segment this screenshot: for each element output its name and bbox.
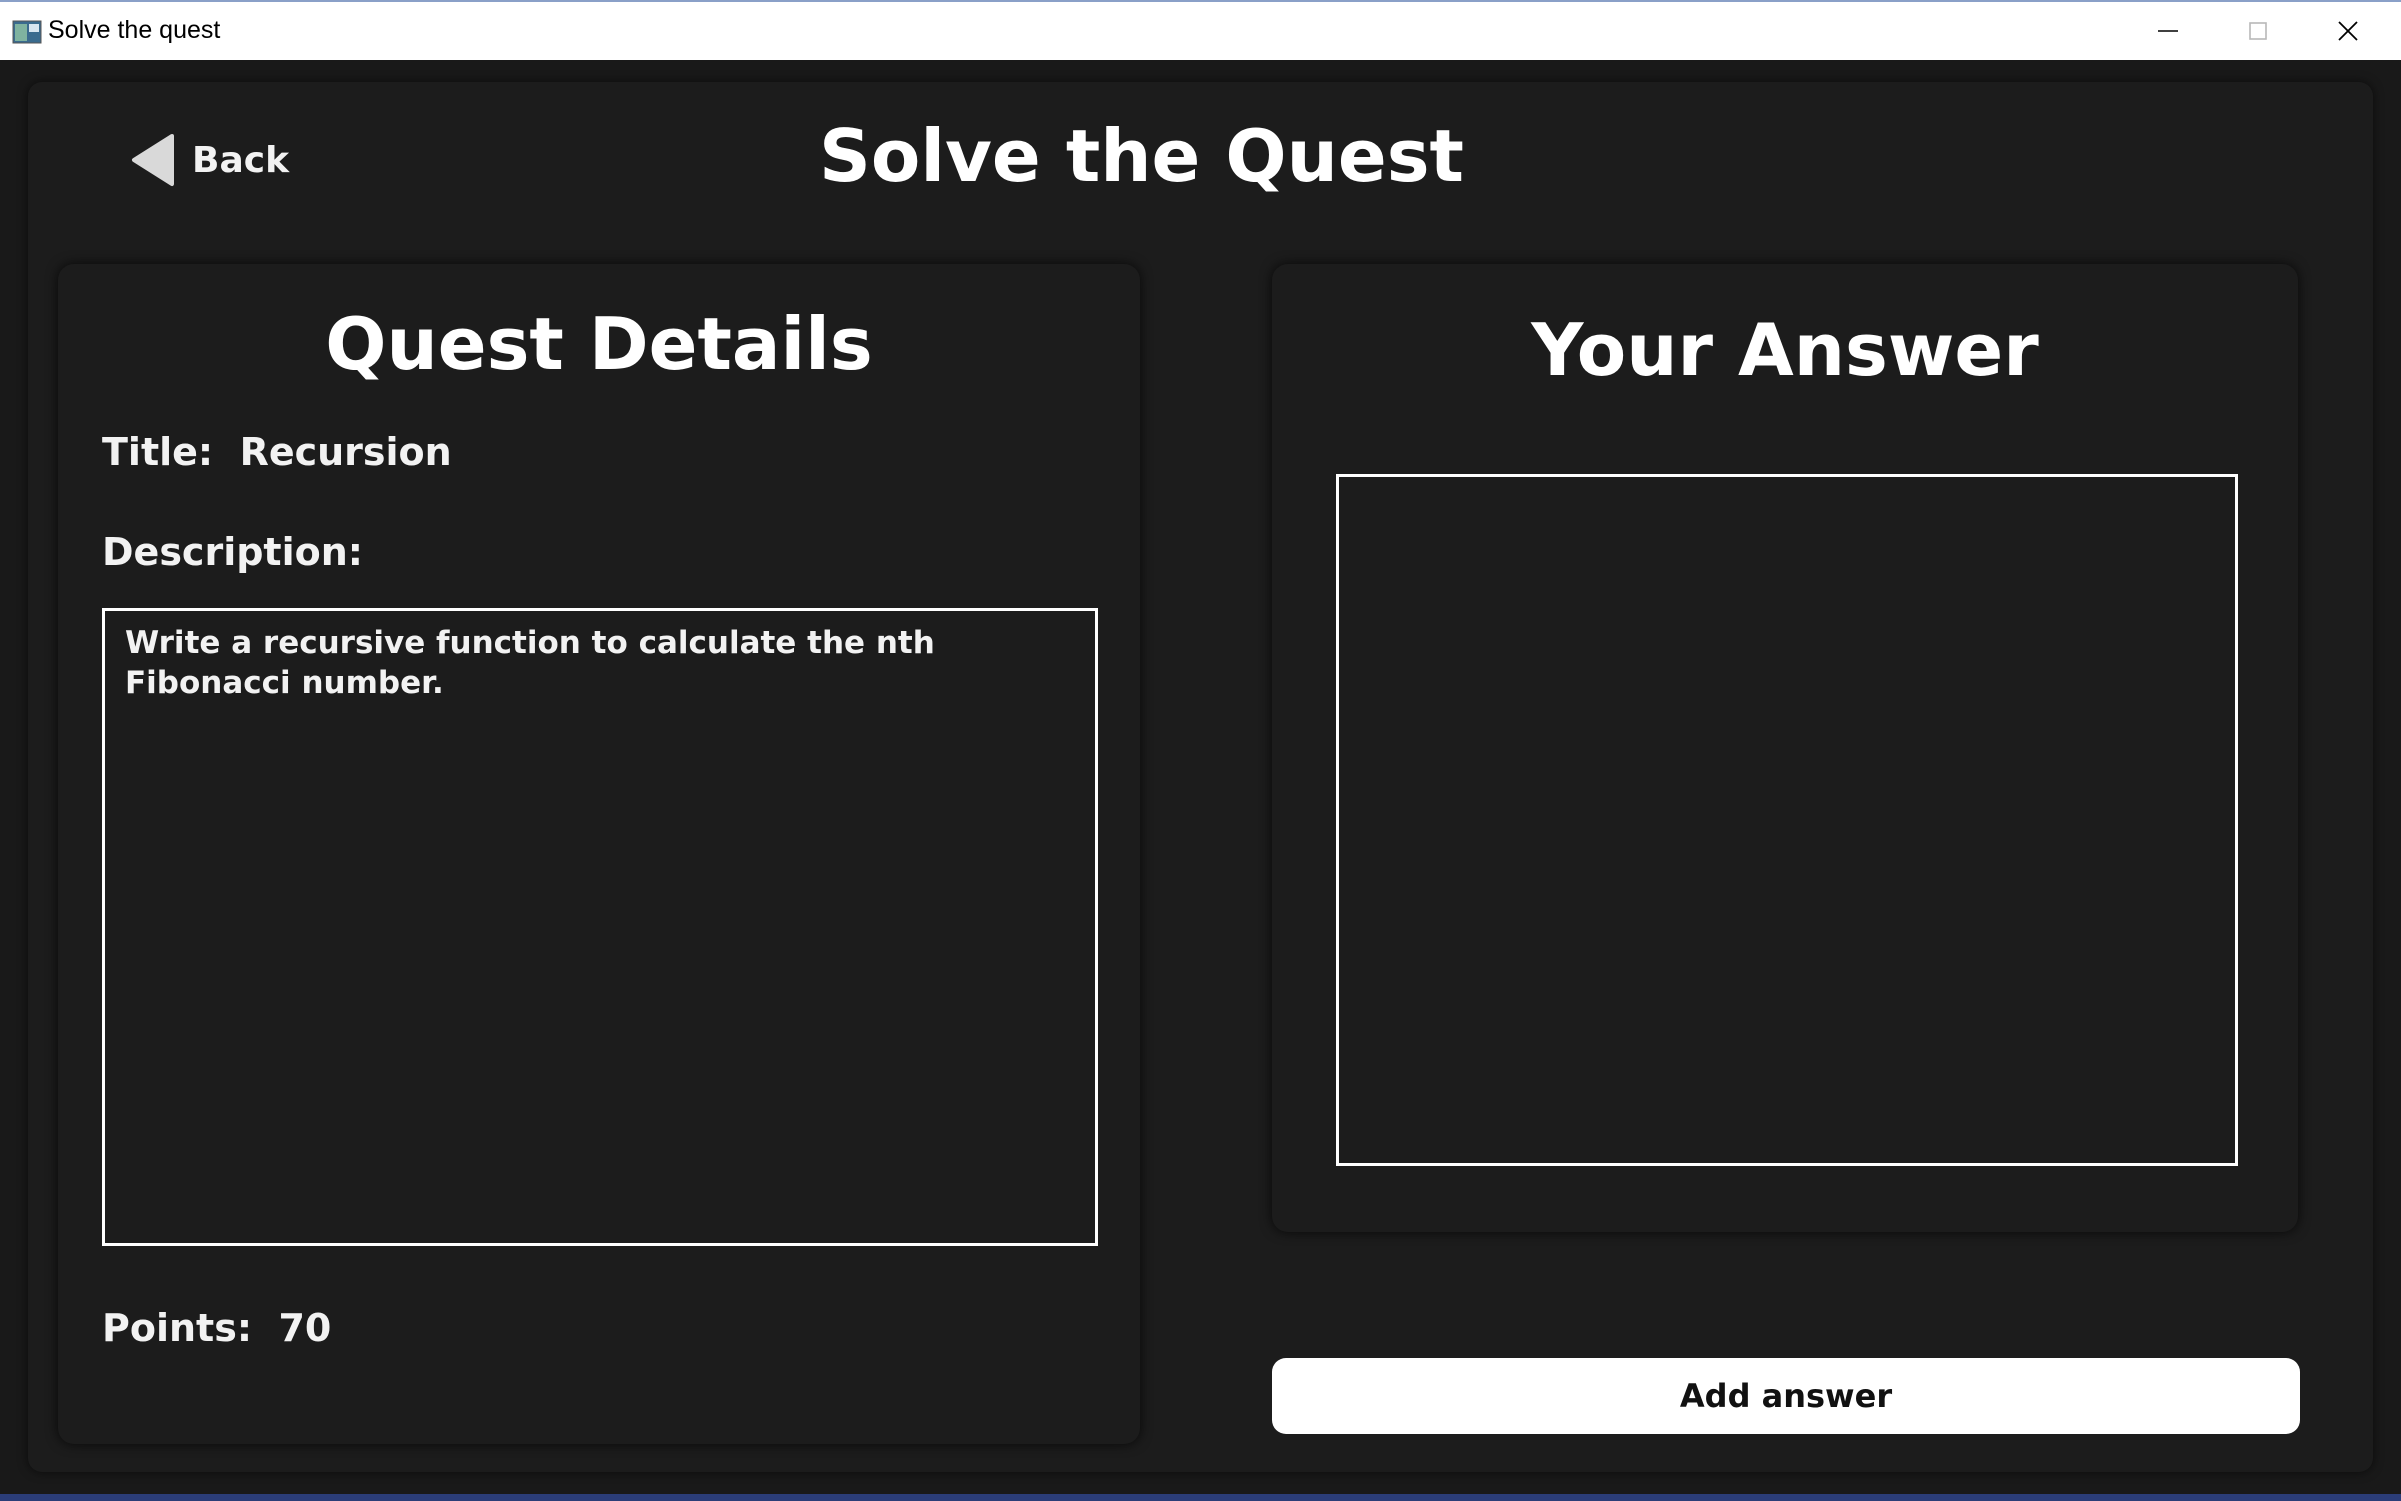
description-label: Description: [102,530,363,574]
your-answer-heading: Your Answer [1531,308,2039,392]
your-answer-panel: Your Answer [1272,264,2298,1232]
close-button[interactable] [2303,2,2393,60]
close-icon [2338,21,2358,41]
maximize-button[interactable] [2213,2,2303,60]
app-icon [12,20,42,44]
minimize-icon [2158,30,2178,32]
description-box: Write a recursive function to calculate … [102,608,1098,1246]
window-title: Solve the quest [48,16,221,44]
answer-input[interactable] [1336,474,2238,1166]
quest-details-heading: Quest Details [325,302,873,386]
add-answer-button[interactable]: Add answer [1272,1358,2300,1434]
maximize-icon [2249,22,2267,40]
quest-title-label: Title: Recursion [102,430,452,474]
app-window: Solve the quest Back Solve the Quest Que… [0,0,2401,1494]
title-bar: Solve the quest [0,2,2401,60]
minimize-button[interactable] [2123,2,2213,60]
points-label: Points: 70 [102,1306,332,1350]
page-title: Solve the Quest [819,114,1464,198]
quest-details-panel: Quest Details Title: Recursion Descripti… [58,264,1140,1444]
